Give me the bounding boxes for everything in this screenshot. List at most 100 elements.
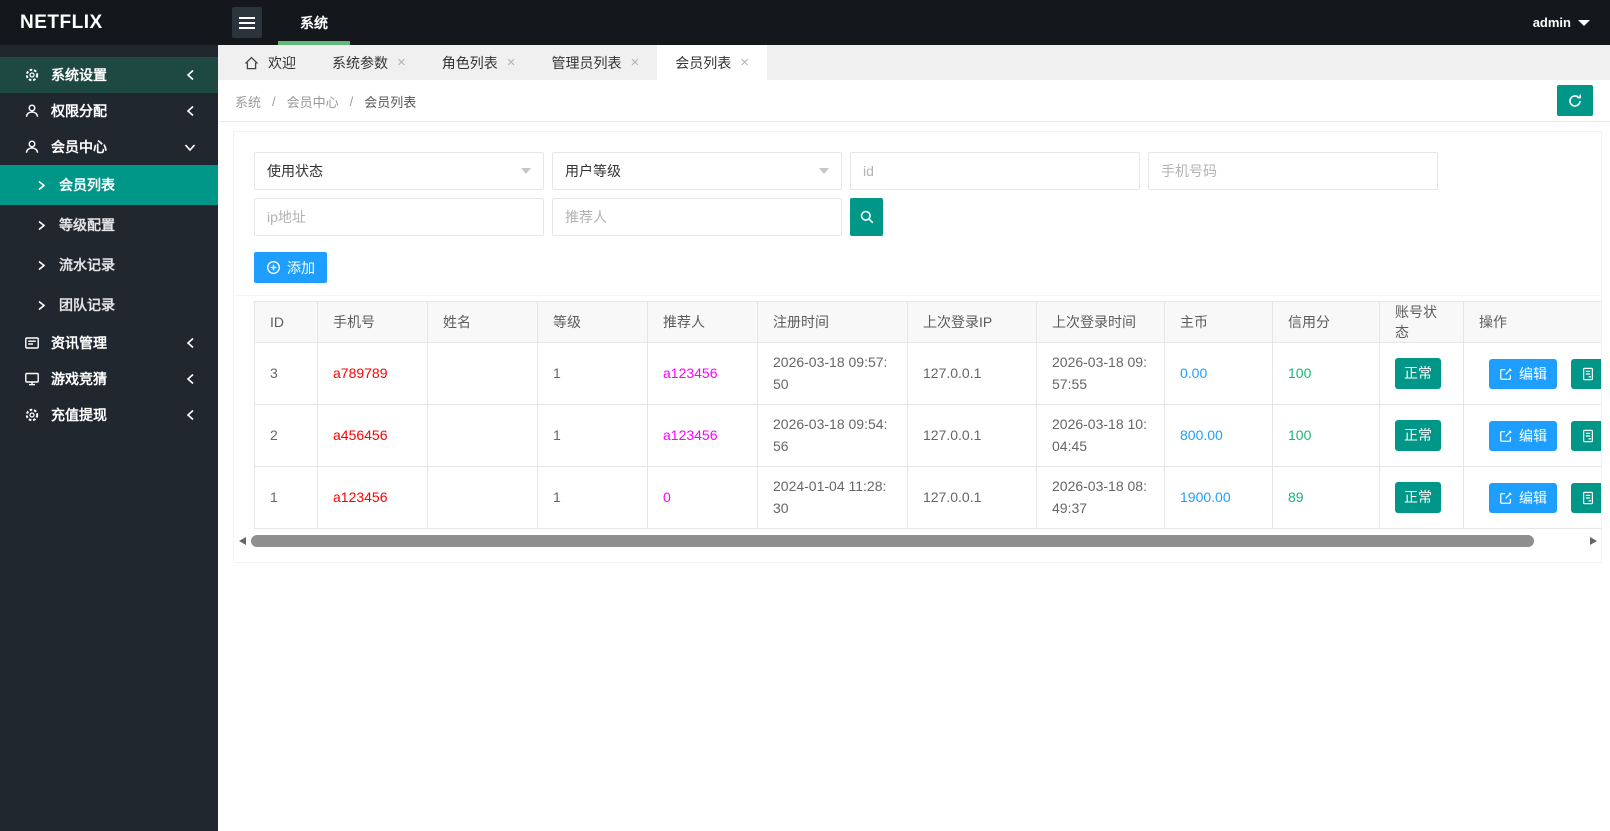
table-row: 3 a789789 1 a123456 2026-03-18 09:57:50 …: [255, 343, 1603, 405]
sidebar-subitem-level-config[interactable]: 等级配置: [0, 205, 218, 245]
sidebar-item-recharge-withdraw[interactable]: 充值提现: [0, 397, 218, 433]
col-header-name: 姓名: [428, 302, 538, 343]
chevron-left-icon: [185, 69, 196, 81]
close-icon[interactable]: ×: [397, 55, 406, 70]
sidebar-item-game-betting[interactable]: 游戏竞猜: [0, 361, 218, 397]
horizontal-scrollbar: [239, 534, 1599, 548]
col-header-status: 账号状态: [1380, 302, 1464, 343]
id-input[interactable]: [850, 152, 1140, 190]
table-row: 2 a456456 1 a123456 2026-03-18 09:54:56 …: [255, 405, 1603, 467]
cell-referrer: a123456: [648, 405, 758, 467]
tab-member-list[interactable]: 会员列表 ×: [657, 45, 767, 80]
tab-admin-list[interactable]: 管理员列表 ×: [534, 45, 658, 80]
sidebar-subitem-team-records[interactable]: 团队记录: [0, 285, 218, 325]
sidebar-subitem-flow-records[interactable]: 流水记录: [0, 245, 218, 285]
member-list-panel: 使用状态 用户等级 添加: [233, 131, 1602, 563]
cell-last-time: 2026-03-18 10:04:45: [1037, 405, 1165, 467]
cell-referrer: 0: [648, 467, 758, 529]
cell-status: 正常: [1380, 343, 1464, 405]
horizontal-scrollbar-thumb[interactable]: [251, 535, 1534, 547]
user-level-select[interactable]: 用户等级: [552, 152, 842, 190]
active-nav-underline: [278, 41, 350, 45]
filter-row-2: [254, 198, 1601, 236]
sidebar-subitem-label: 会员列表: [59, 175, 115, 195]
edit-icon: [1499, 429, 1513, 443]
member-table: ID 手机号 姓名 等级 推荐人 注册时间 上次登录IP 上次登录时间 主币 信…: [254, 301, 1602, 529]
status-select[interactable]: 使用状态: [254, 152, 544, 190]
detail-button[interactable]: 详情: [1571, 483, 1602, 513]
news-icon: [24, 335, 40, 351]
ip-address-input[interactable]: [254, 198, 544, 236]
edit-icon: [1499, 367, 1513, 381]
cell-credit: 100: [1273, 343, 1380, 405]
cell-name: [428, 343, 538, 405]
refresh-icon: [1567, 93, 1583, 109]
chevron-down-icon: [1578, 20, 1590, 26]
sidebar-subitem-label: 流水记录: [59, 255, 115, 275]
close-icon[interactable]: ×: [631, 55, 640, 70]
add-button-label: 添加: [287, 258, 315, 278]
sidebar-toggle-button[interactable]: [232, 7, 262, 38]
table-header-row: ID 手机号 姓名 等级 推荐人 注册时间 上次登录IP 上次登录时间 主币 信…: [255, 302, 1603, 343]
chevron-right-icon: [37, 300, 46, 311]
breadcrumb-item-current: 会员列表: [364, 92, 416, 111]
cell-credit: 100: [1273, 405, 1380, 467]
cell-status: 正常: [1380, 405, 1464, 467]
detail-button[interactable]: 详情: [1571, 421, 1602, 451]
tab-welcome[interactable]: 欢迎: [226, 45, 314, 80]
sidebar-item-permissions[interactable]: 权限分配: [0, 93, 218, 129]
sidebar-item-member-center[interactable]: 会员中心: [0, 129, 218, 165]
breadcrumb-item: 会员中心: [287, 92, 339, 111]
edit-button[interactable]: 编辑: [1489, 359, 1557, 389]
close-icon[interactable]: ×: [740, 55, 749, 70]
edit-button[interactable]: 编辑: [1489, 483, 1557, 513]
tabbar: 欢迎 系统参数 × 角色列表 × 管理员列表 × 会员列表 ×: [218, 45, 1610, 80]
cell-reg-time: 2024-01-04 11:28:30: [758, 467, 908, 529]
cell-phone: a123456: [318, 467, 428, 529]
status-select-value: 使用状态: [267, 161, 323, 181]
cell-status: 正常: [1380, 467, 1464, 529]
cell-id: 3: [255, 343, 318, 405]
sidebar-subitem-label: 团队记录: [59, 295, 115, 315]
cell-level: 1: [538, 467, 648, 529]
search-button[interactable]: [850, 198, 883, 236]
cell-last-ip: 127.0.0.1: [908, 343, 1037, 405]
tab-label: 会员列表: [675, 53, 731, 73]
detail-button[interactable]: 详情: [1571, 359, 1602, 389]
chevron-right-icon: [37, 220, 46, 231]
sidebar-subitem-member-list[interactable]: 会员列表: [0, 165, 218, 205]
add-button[interactable]: 添加: [254, 252, 327, 283]
sidebar-item-label: 系统设置: [51, 65, 107, 85]
search-icon: [859, 209, 875, 225]
edit-icon: [1499, 491, 1513, 505]
topbar: NETFLIX 系统 admin: [0, 0, 1610, 45]
refresh-button[interactable]: [1557, 85, 1593, 116]
col-header-last-ip: 上次登录IP: [908, 302, 1037, 343]
chevron-right-icon: [37, 180, 46, 191]
close-icon[interactable]: ×: [507, 55, 516, 70]
phone-number-input[interactable]: [1148, 152, 1438, 190]
scroll-left-arrow-icon[interactable]: [239, 537, 246, 545]
cell-last-ip: 127.0.0.1: [908, 405, 1037, 467]
status-badge: 正常: [1395, 482, 1441, 513]
tab-system-params[interactable]: 系统参数 ×: [314, 45, 424, 80]
chevron-left-icon: [185, 337, 196, 349]
chevron-right-icon: [37, 260, 46, 271]
username: admin: [1533, 15, 1571, 30]
gear-icon: [24, 67, 40, 83]
sidebar-item-label: 游戏竞猜: [51, 369, 107, 389]
tab-label: 角色列表: [442, 53, 498, 73]
referrer-input[interactable]: [552, 198, 842, 236]
scroll-right-arrow-icon[interactable]: [1590, 537, 1597, 545]
cell-coin: 0.00: [1165, 343, 1273, 405]
sidebar-item-news-management[interactable]: 资讯管理: [0, 325, 218, 361]
edit-button[interactable]: 编辑: [1489, 421, 1557, 451]
topnav-item-system[interactable]: 系统: [278, 0, 350, 45]
tab-role-list[interactable]: 角色列表 ×: [424, 45, 534, 80]
table-row: 1 a123456 1 0 2024-01-04 11:28:30 127.0.…: [255, 467, 1603, 529]
sidebar-item-system-settings[interactable]: 系统设置: [0, 57, 218, 93]
sidebar-item-label: 充值提现: [51, 405, 107, 425]
user-menu[interactable]: admin: [1533, 0, 1590, 45]
chevron-down-icon: [819, 168, 829, 174]
col-header-level: 等级: [538, 302, 648, 343]
